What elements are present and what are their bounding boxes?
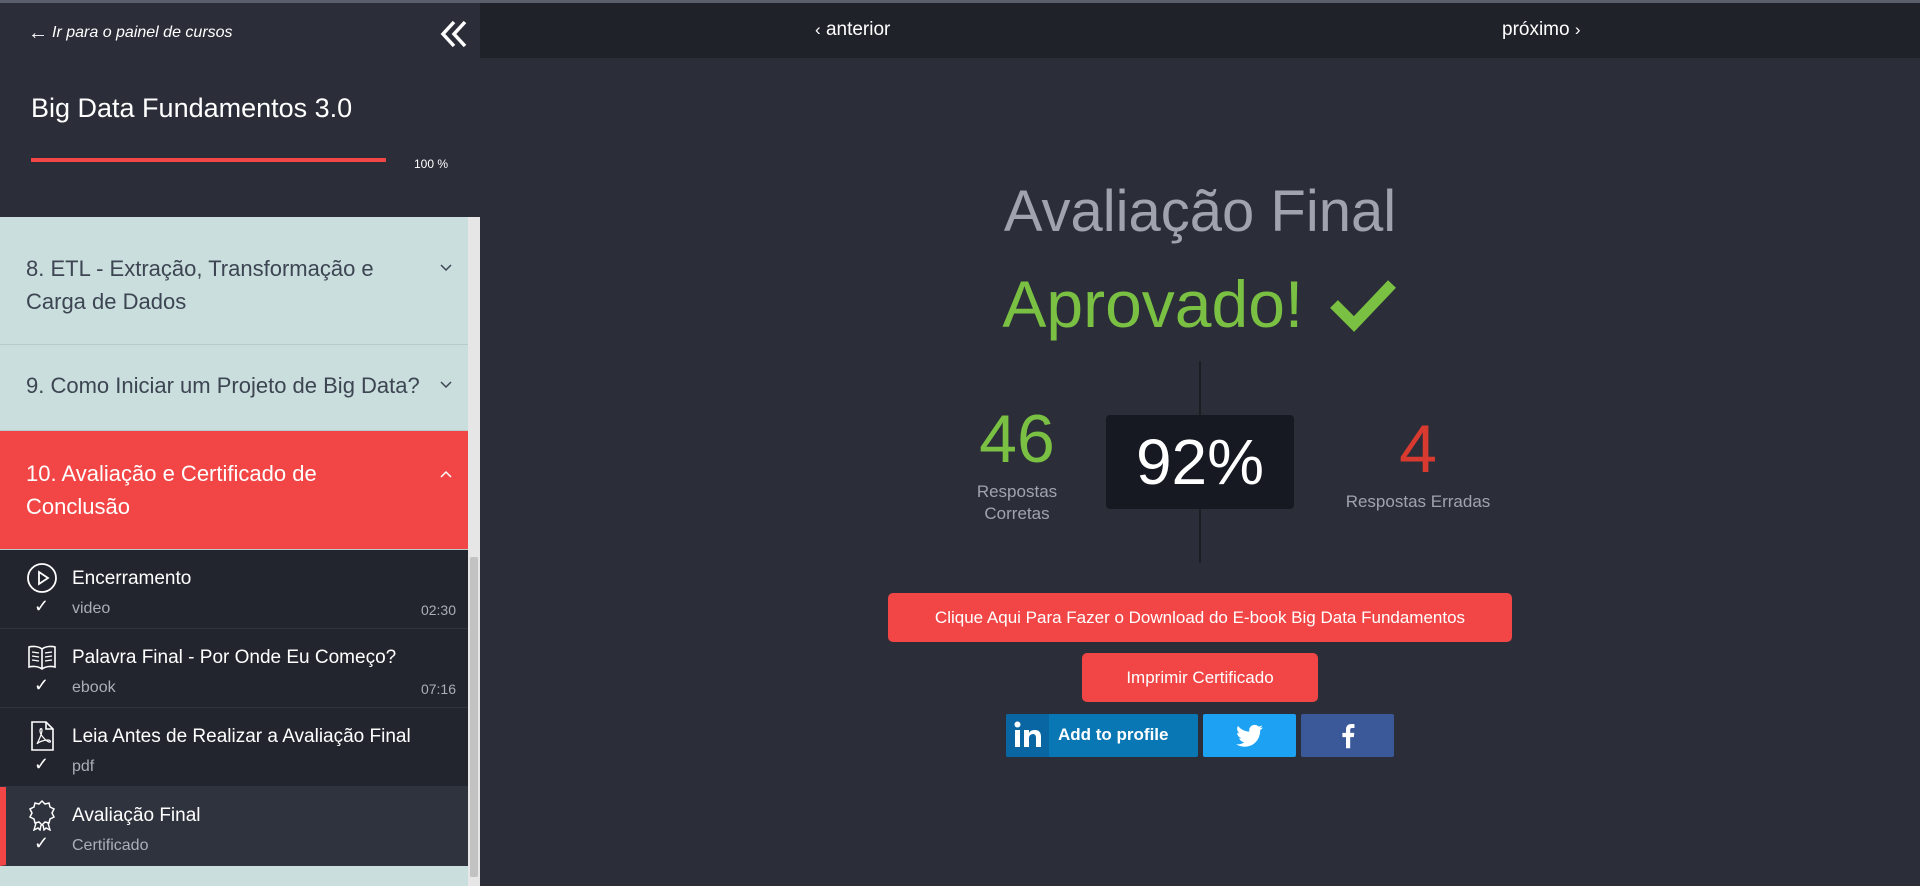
correct-answers-label: Respostas Corretas [950,481,1084,525]
lesson-title: Palavra Final - Por Onde Eu Começo? [72,647,397,668]
section-etl[interactable]: 8. ETL - Extração, Transformação e Carga… [0,223,468,345]
download-ebook-button[interactable]: Clique Aqui Para Fazer o Download do E-b… [888,593,1512,642]
page-title: Avaliação Final [1003,179,1397,244]
lesson-item-encerramento[interactable]: ✓ Encerramento video 02:30 [0,550,468,629]
section-label: 9. Como Iniciar um Projeto de Big Data? [26,373,420,398]
lesson-title: Leia Antes de Realizar a Avaliação Final [72,726,411,747]
lesson-duration: 07:16 [420,681,456,697]
collapse-sidebar-icon[interactable] [440,17,468,51]
next-lesson-link[interactable]: próximo › [1502,19,1581,41]
chevron-up-icon [440,470,452,478]
lesson-navigation-bar: ‹ anterior próximo › [480,3,1920,58]
award-icon [28,799,56,831]
section-label: 10. Avaliação e Certificado de Conclusão [26,461,317,519]
completed-check-icon: ✓ [34,833,50,853]
correct-answers-count: 46 [979,401,1055,477]
course-progress-fill [31,158,386,162]
course-progress-bar [31,158,386,162]
chevron-down-icon [440,264,452,272]
lesson-duration: 02:30 [420,602,456,618]
lesson-type: Certificado [72,837,149,854]
share-twitter-button[interactable] [1203,714,1296,757]
correct-label-line2: Corretas [984,504,1050,523]
lesson-type: ebook [72,679,116,696]
linkedin-add-to-profile-button[interactable]: Add to profile [1006,714,1198,757]
next-label: próximo [1502,19,1570,40]
play-icon [27,563,57,593]
twitter-icon [1235,724,1263,747]
linkedin-icon [1006,714,1049,757]
section-iniciar-projeto[interactable]: 9. Como Iniciar um Projeto de Big Data? [0,345,468,431]
course-title: Big Data Fundamentos 3.0 [31,93,353,123]
result-label: Aprovado! [1002,267,1304,341]
wrong-answers-label: Respostas Erradas [1345,492,1491,511]
course-sidebar: ← Ir para o painel de cursos Big Data Fu… [0,3,480,886]
correct-label-line1: Respostas [976,482,1058,501]
book-icon [28,645,56,670]
linkedin-button-label: Add to profile [1058,725,1169,744]
section-label: 8. ETL - Extração, Transformação e Carga… [26,256,374,314]
lesson-item-leia-antes[interactable]: ✓ Leia Antes de Realizar a Avaliação Fin… [0,708,468,787]
facebook-icon [1341,723,1354,748]
chevron-left-icon: ‹ [815,20,821,39]
course-progress-label: 100 % [414,157,449,171]
assessment-result-panel: Avaliação Final Aprovado! 46 Respostas C… [480,58,1920,886]
curriculum-list: 8. ETL - Extração, Transformação e Carga… [0,223,468,866]
arrow-left-icon: ← [28,22,48,44]
back-link-label: Ir para o painel de cursos [52,24,233,41]
back-to-dashboard-link[interactable]: ← Ir para o painel de cursos [28,23,233,43]
lesson-item-palavra-final[interactable]: ✓ Palavra Final - Por Onde Eu Começo? eb… [0,629,468,708]
lesson-title: Encerramento [72,568,192,589]
pdf-icon [31,721,54,751]
result-status: Aprovado! [480,266,1920,342]
chevron-down-icon [440,381,452,389]
completed-check-icon: ✓ [34,596,50,616]
score-percentage: 92% [1106,415,1294,509]
previous-lesson-link[interactable]: ‹ anterior [815,19,890,41]
completed-check-icon: ✓ [34,675,50,695]
lesson-type: video [72,600,111,617]
print-certificate-button[interactable]: Imprimir Certificado [1082,653,1318,702]
lesson-type: pdf [72,758,95,775]
completed-check-icon: ✓ [34,754,50,774]
sidebar-scrollbar[interactable] [468,217,480,886]
lesson-title: Avaliação Final [72,805,201,826]
sidebar-scroll-thumb[interactable] [470,557,478,877]
chevron-right-icon: › [1574,20,1581,39]
sidebar-header: ← Ir para o painel de cursos Big Data Fu… [0,3,480,217]
checkmark-icon [1329,279,1396,332]
section-avaliacao-certificado[interactable]: 10. Avaliação e Certificado de Conclusão [0,431,468,550]
previous-label: anterior [825,19,891,40]
wrong-answers-count: 4 [1399,411,1437,487]
lesson-item-avaliacao-final[interactable]: ✓ Avaliação Final Certificado [0,787,468,866]
share-facebook-button[interactable] [1301,714,1394,757]
